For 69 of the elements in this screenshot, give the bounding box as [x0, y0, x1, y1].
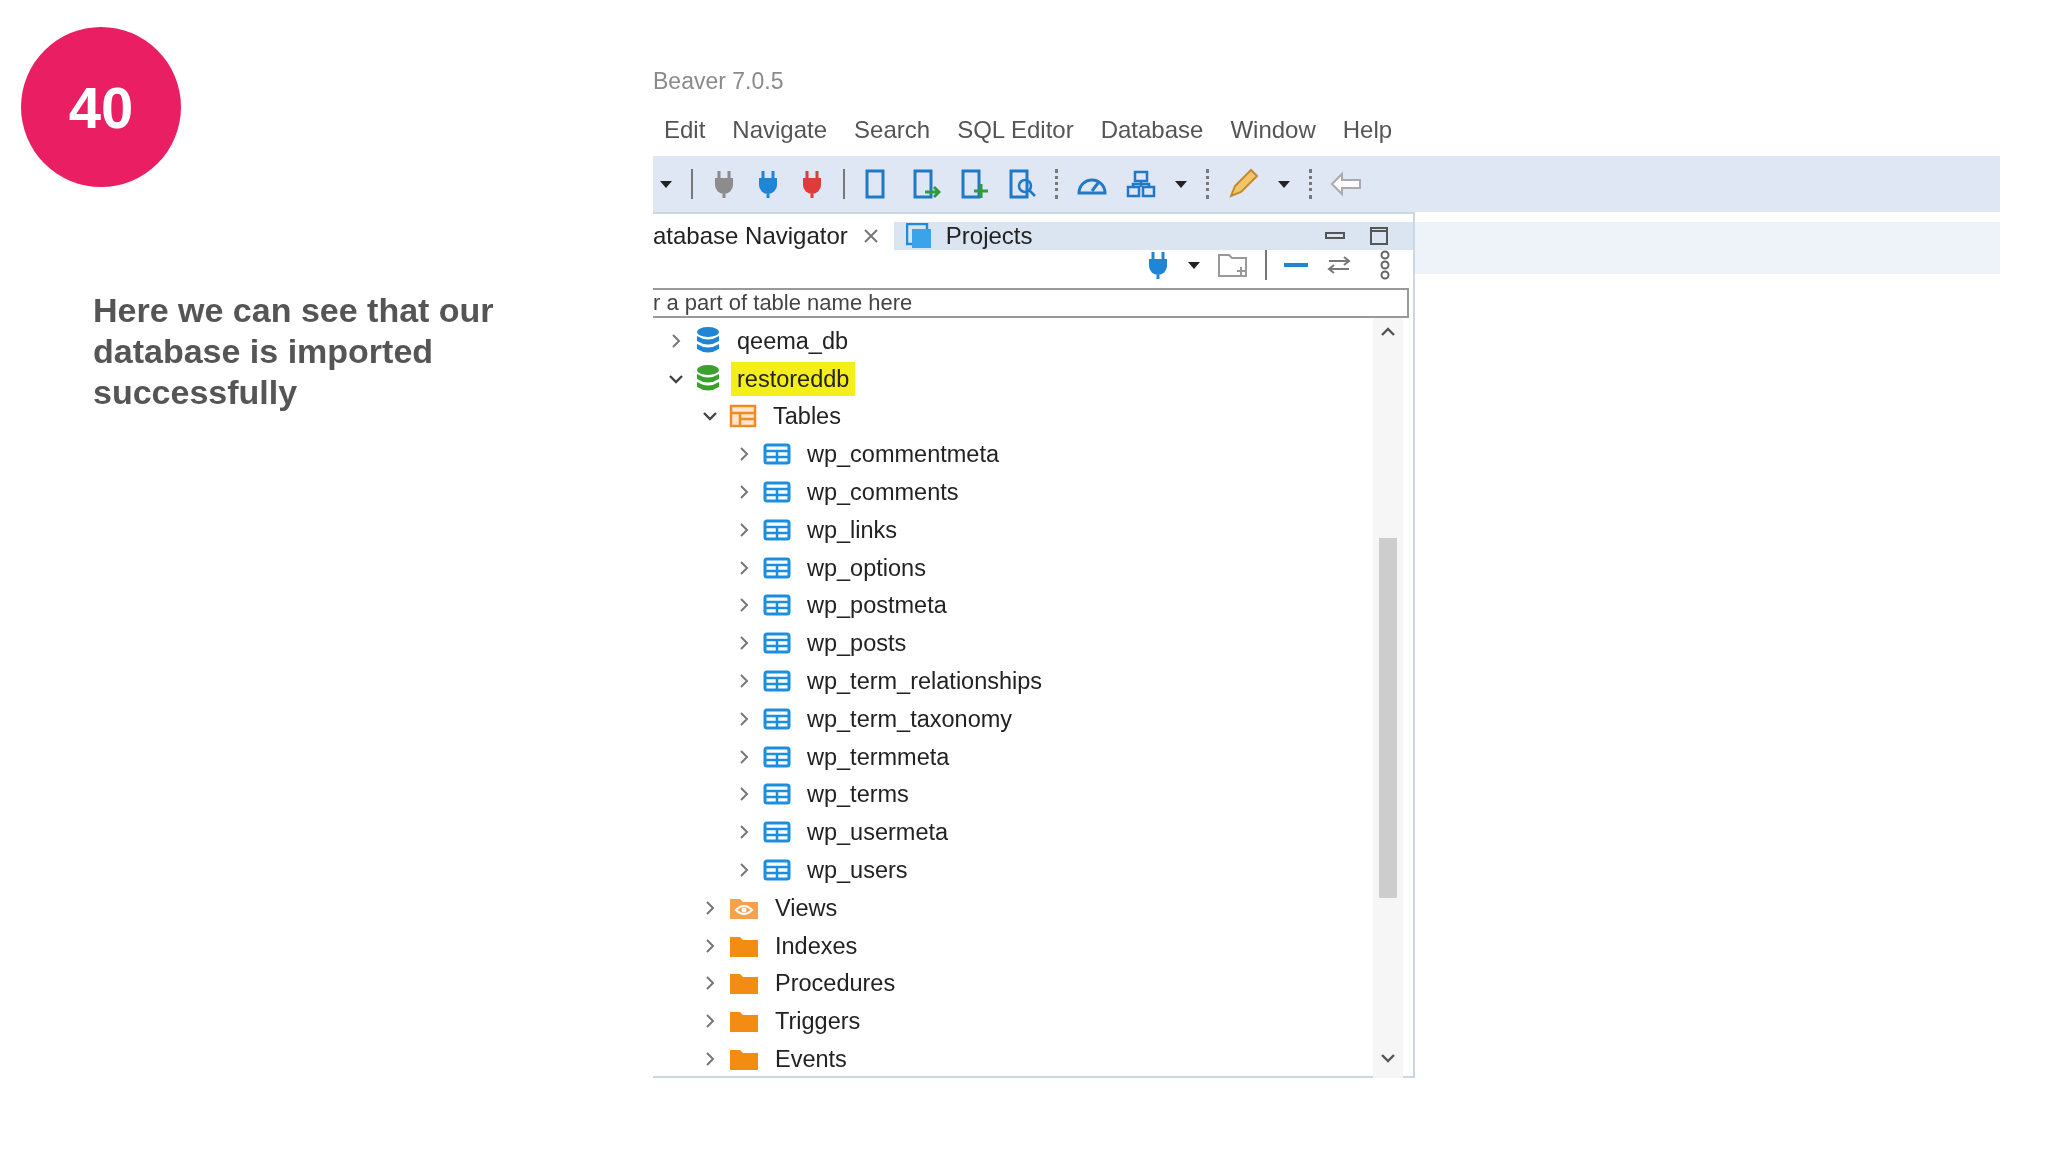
table-icon [763, 443, 791, 466]
table-icon [763, 518, 791, 541]
tree-item[interactable]: wp_termmeta [801, 739, 956, 774]
menu-item[interactable]: Window [1217, 116, 1330, 144]
menu-item[interactable]: Search [841, 116, 945, 144]
slide-number-badge: 40 [21, 27, 181, 187]
back-arrow-icon[interactable] [1330, 171, 1362, 197]
new-folder-icon[interactable] [1217, 251, 1249, 279]
minimize-icon[interactable] [1325, 231, 1345, 241]
pencil-icon[interactable] [1227, 168, 1259, 200]
table-icon [763, 481, 791, 504]
projects-icon [905, 223, 932, 249]
tree-item[interactable]: wp_comments [801, 475, 965, 510]
tree-item[interactable]: Tables [767, 399, 847, 434]
link-arrows-icon[interactable] [1325, 254, 1353, 276]
maximize-icon[interactable] [1369, 226, 1389, 246]
caret-icon[interactable] [1174, 179, 1188, 189]
more-vertical-icon[interactable] [1379, 250, 1391, 280]
menu-item[interactable]: SQL Editor [944, 116, 1088, 144]
slide-caption: Here we can see that our database is imported successfully [93, 290, 495, 413]
scrollbar[interactable] [1373, 318, 1403, 1078]
menu-item[interactable]: Navigate [719, 116, 842, 144]
tree-item[interactable]: wp_usermeta [801, 815, 955, 850]
folder-icon [729, 1009, 759, 1034]
tree-item[interactable]: wp_term_relationships [801, 664, 1049, 699]
menu-item[interactable]: Edit [651, 116, 720, 144]
folder-icon [729, 1047, 759, 1072]
caret-icon[interactable] [659, 179, 673, 189]
tree-item[interactable]: restoreddb [731, 361, 856, 396]
tree-item[interactable]: qeema_db [731, 323, 855, 358]
tree-item[interactable]: Indexes [769, 928, 864, 963]
menu-item[interactable]: Database [1087, 116, 1218, 144]
table-icon [763, 632, 791, 655]
folder-icon [729, 971, 759, 996]
network-icon[interactable] [1126, 169, 1156, 199]
tree-item[interactable]: wp_postmeta [801, 588, 953, 623]
scroll-up-icon[interactable] [1380, 326, 1396, 338]
tree-item[interactable]: wp_terms [801, 777, 915, 812]
open-editor-icon[interactable] [911, 168, 941, 200]
tree-item[interactable]: wp_posts [801, 626, 913, 661]
table-icon [763, 745, 791, 768]
table-icon [763, 859, 791, 882]
tree-item[interactable]: Triggers [769, 1004, 867, 1039]
table-icon [763, 783, 791, 806]
table-icon [763, 556, 791, 579]
tree-item[interactable]: wp_term_taxonomy [801, 701, 1019, 736]
tree-item[interactable]: Events [769, 1042, 853, 1077]
menu-item[interactable]: Help [1329, 116, 1407, 144]
new-script-icon[interactable] [959, 168, 989, 200]
table-icon [763, 707, 791, 730]
close-icon[interactable] [861, 227, 880, 245]
scrollbar-thumb[interactable] [1379, 538, 1397, 898]
tab[interactable]: atabase Navigator [653, 222, 894, 250]
caret-icon[interactable] [1277, 179, 1291, 189]
tree-item[interactable]: Procedures [769, 966, 902, 1001]
tree-item[interactable]: wp_users [801, 853, 914, 888]
search-icon[interactable] [1007, 168, 1037, 200]
tree-item[interactable]: wp_options [801, 550, 932, 585]
table-icon [763, 821, 791, 844]
tree-item[interactable]: Views [769, 890, 844, 925]
table-icon [763, 670, 791, 693]
scroll-down-icon[interactable] [1380, 1051, 1396, 1064]
caret-icon[interactable] [1187, 260, 1201, 270]
table-folder-icon [729, 404, 757, 429]
collapse-all-icon[interactable] [1283, 260, 1309, 270]
tree-item[interactable]: wp_commentmeta [801, 437, 1005, 472]
window-title: Beaver 7.0.5 [653, 68, 785, 96]
table-icon [763, 594, 791, 617]
tree-item[interactable]: wp_links [801, 512, 904, 547]
